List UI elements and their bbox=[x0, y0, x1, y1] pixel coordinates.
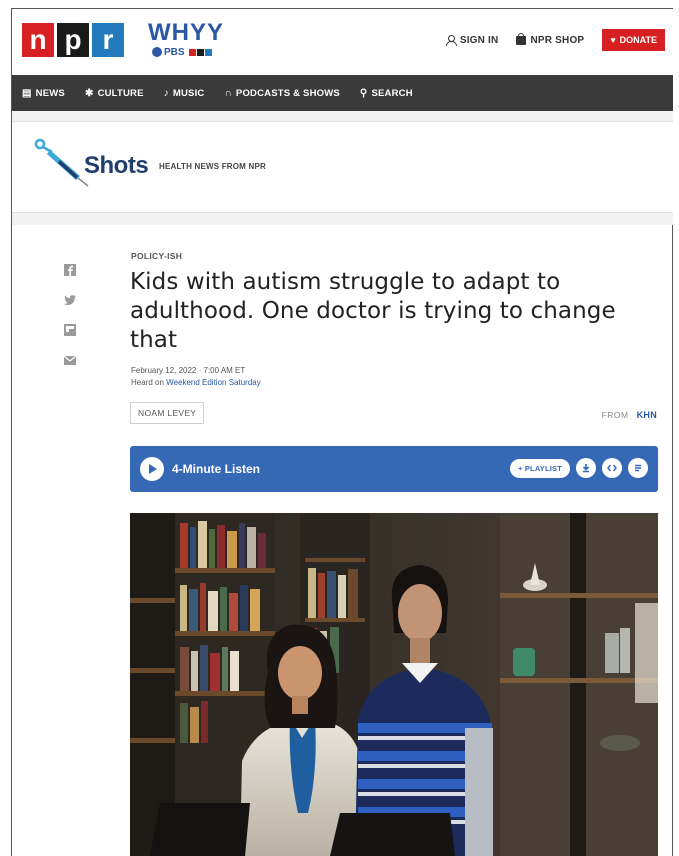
audio-controls: + PLAYLIST bbox=[509, 458, 648, 478]
embed-icon bbox=[607, 464, 617, 472]
nav-item-news[interactable]: ▤ NEWS bbox=[22, 88, 65, 99]
user-icon bbox=[445, 34, 457, 46]
donate-button[interactable]: ♥ DONATE bbox=[602, 29, 665, 51]
npr-shop-link[interactable]: NPR SHOP bbox=[516, 32, 585, 46]
pbs-icon bbox=[152, 47, 162, 58]
download-icon bbox=[582, 464, 590, 473]
blog-title[interactable]: Shots bbox=[84, 152, 149, 180]
blog-banner: Shots HEALTH NEWS FROM NPR bbox=[12, 121, 673, 213]
article-date: February 12, 2022 · 7:00 AM ET bbox=[131, 366, 246, 375]
email-icon[interactable] bbox=[64, 354, 76, 366]
nav-item-label: PODCASTS & SHOWS bbox=[235, 87, 340, 99]
sign-in-link[interactable]: SIGN IN bbox=[445, 34, 499, 46]
nav-item-label: NEWS bbox=[35, 87, 65, 99]
sign-in-label: SIGN IN bbox=[459, 34, 499, 46]
npr-shop-label: NPR SHOP bbox=[530, 34, 585, 46]
shopping-bag-icon bbox=[516, 32, 527, 45]
music-icon: ♪ bbox=[163, 87, 169, 99]
blog-tagline: HEALTH NEWS FROM NPR bbox=[159, 162, 266, 171]
nav-item-label: MUSIC bbox=[172, 87, 205, 99]
transcript-button[interactable] bbox=[628, 458, 648, 478]
audio-duration-label: 4-Minute Listen bbox=[172, 462, 261, 476]
pbs-label: PBS bbox=[164, 47, 185, 58]
section-divider bbox=[12, 213, 673, 225]
nav-item-music[interactable]: ♪ MUSIC bbox=[164, 88, 205, 99]
article-slug[interactable]: POLICY-ISH bbox=[131, 251, 182, 261]
article-photo bbox=[130, 513, 658, 856]
site-header: n p r WHYY PBS SIGN IN NPR SHOP ♥ DONATE bbox=[12, 9, 673, 75]
flipboard-icon[interactable] bbox=[64, 324, 76, 336]
donate-label: DONATE bbox=[619, 35, 657, 45]
npr-logo-letter: p bbox=[57, 23, 89, 57]
from-label: FROM bbox=[601, 410, 629, 420]
transcript-icon bbox=[635, 464, 641, 472]
article-dateline: February 12, 2022 · 7:00 AM ET Heard on … bbox=[131, 365, 261, 389]
program-link[interactable]: Weekend Edition Saturday bbox=[166, 378, 261, 387]
play-button[interactable] bbox=[140, 457, 164, 481]
nav-item-label: CULTURE bbox=[97, 87, 144, 99]
section-divider bbox=[12, 111, 673, 121]
khn-logo[interactable]: KHN bbox=[637, 410, 657, 420]
share-tools bbox=[64, 264, 76, 366]
npr-logo-letter: r bbox=[92, 23, 124, 57]
embed-button[interactable] bbox=[602, 458, 622, 478]
source-credit: FROM KHN bbox=[602, 410, 657, 420]
author-byline[interactable]: NOAM LEVEY bbox=[130, 402, 205, 424]
mini-npr-logo bbox=[188, 49, 212, 56]
facebook-icon[interactable] bbox=[64, 264, 76, 276]
nav-item-podcasts-shows[interactable]: ∩ PODCASTS & SHOWS bbox=[224, 88, 339, 99]
npr-logo-letter: n bbox=[22, 23, 54, 57]
heard-on: Heard on Weekend Edition Saturday bbox=[131, 377, 261, 389]
heard-on-prefix: Heard on bbox=[131, 378, 167, 387]
nav-item-search[interactable]: ⚲ SEARCH bbox=[360, 88, 413, 99]
station-logo[interactable]: WHYY PBS bbox=[148, 19, 224, 59]
npr-logo[interactable]: n p r bbox=[22, 23, 124, 57]
pbs-logo: PBS bbox=[152, 47, 185, 58]
station-affiliations: PBS bbox=[152, 47, 224, 58]
nav-item-culture[interactable]: ✱ CULTURE bbox=[85, 88, 144, 99]
station-name: WHYY bbox=[148, 19, 224, 46]
main-nav: ▤ NEWS ✱ CULTURE ♪ MUSIC ∩ PODCASTS & SH… bbox=[12, 75, 673, 111]
page: n p r WHYY PBS SIGN IN NPR SHOP ♥ DONATE… bbox=[0, 0, 679, 856]
culture-icon: ✱ bbox=[84, 87, 94, 99]
headphones-icon: ∩ bbox=[224, 87, 232, 99]
header-links: SIGN IN NPR SHOP ♥ DONATE bbox=[445, 29, 665, 51]
article-headline: Kids with autism struggle to adapt to ad… bbox=[130, 269, 616, 353]
heart-icon: ♥ bbox=[610, 35, 616, 45]
photo-illustration bbox=[130, 513, 658, 856]
audio-player: 4-Minute Listen + PLAYLIST bbox=[130, 446, 658, 492]
nav-item-label: SEARCH bbox=[371, 87, 413, 99]
twitter-icon[interactable] bbox=[64, 294, 76, 306]
search-icon: ⚲ bbox=[359, 87, 368, 99]
download-button[interactable] bbox=[576, 458, 596, 478]
add-to-playlist-button[interactable]: + PLAYLIST bbox=[509, 458, 570, 478]
news-icon: ▤ bbox=[22, 87, 32, 99]
